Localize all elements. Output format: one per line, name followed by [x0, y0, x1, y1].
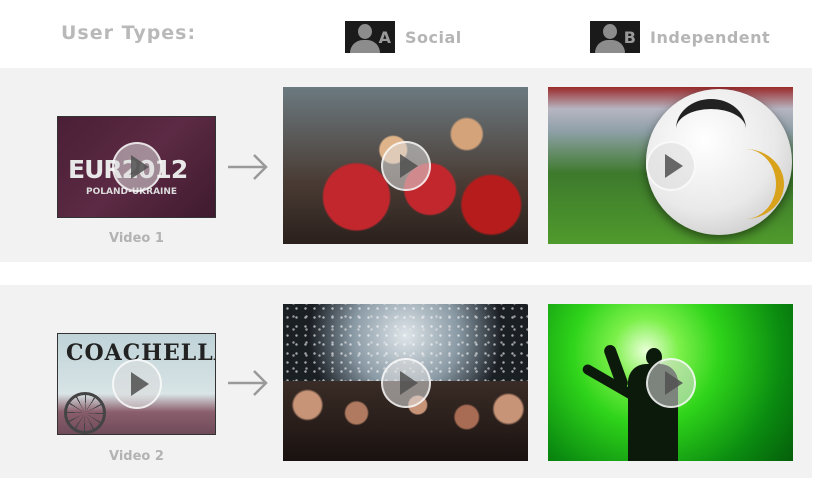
play-icon[interactable] — [645, 140, 696, 191]
video-label: Video 2 — [109, 449, 164, 464]
independent-recommendation-thumbnail[interactable] — [548, 87, 793, 244]
play-icon[interactable] — [380, 357, 431, 408]
arrow-right-icon — [228, 370, 268, 396]
video-row-1: EUR2012 POLAND-UKRAINE Video 1 — [0, 68, 812, 262]
user-type-letter: A — [378, 28, 391, 47]
user-type-label: Independent — [650, 27, 771, 47]
user-type-letter: B — [623, 28, 636, 47]
play-icon[interactable] — [380, 140, 431, 191]
ferris-wheel-image — [64, 392, 106, 434]
play-icon[interactable] — [111, 142, 162, 192]
user-b-icon: B — [590, 21, 640, 53]
video-label: Video 1 — [109, 231, 164, 246]
social-recommendation-thumbnail[interactable] — [283, 87, 528, 244]
arrow-right-icon — [228, 154, 268, 180]
source-video-thumbnail[interactable]: COACHELLA — [57, 333, 216, 435]
video-row-2: COACHELLA Video 2 — [0, 285, 812, 478]
user-a-icon: A — [345, 21, 395, 53]
source-video-thumbnail[interactable]: EUR2012 POLAND-UKRAINE — [57, 116, 216, 218]
independent-recommendation-thumbnail[interactable] — [548, 304, 793, 461]
social-recommendation-thumbnail[interactable] — [283, 304, 528, 461]
user-type-social: A Social — [345, 20, 462, 54]
user-type-independent: B Independent — [590, 20, 770, 54]
play-icon[interactable] — [645, 357, 696, 408]
play-icon[interactable] — [111, 359, 162, 409]
page-title: User Types: — [61, 22, 197, 44]
user-type-label: Social — [405, 27, 462, 47]
